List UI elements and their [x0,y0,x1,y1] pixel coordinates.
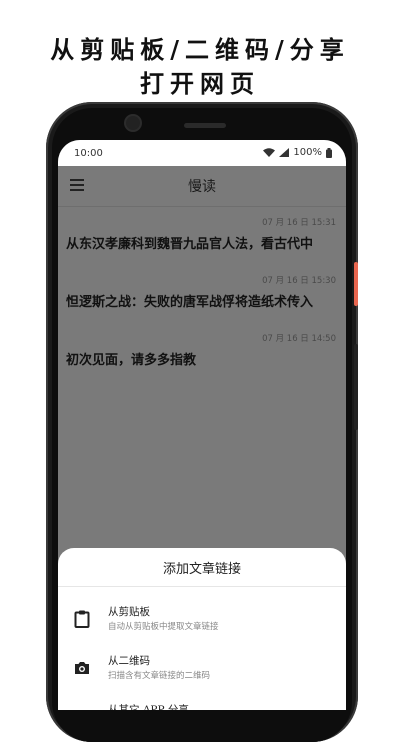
app-bar: 慢读 [58,166,346,207]
article-time: 07 月 16 日 15:31 [262,218,336,228]
wifi-icon [263,148,276,157]
clipboard-icon [74,610,90,628]
power-button [354,262,358,306]
article-time: 07 月 16 日 15:30 [262,276,336,286]
option-description: 自动从剪贴板中提取文章链接 [108,622,219,632]
promo-headline-line1: 从剪贴板/二维码/分享 [50,35,350,64]
battery-percent: 100% [293,147,322,158]
from-qrcode-option[interactable]: 从二维码 扫描含有文章链接的二维码 [58,649,346,695]
front-camera [126,116,140,130]
signal-icon [279,148,290,157]
earpiece-speaker [184,123,226,128]
article-time: 07 月 16 日 14:50 [262,334,336,344]
list-item[interactable]: 07 月 16 日 15:30 怛逻斯之战：失败的唐军战俘将造纸术传入 [58,264,346,322]
status-bar: 10:00 100% [58,140,346,166]
phone-screen: 10:00 100% 慢读 07 月 16 日 15:31 从东汉孝廉科到魏晋九… [58,140,346,710]
from-clipboard-option[interactable]: 从剪贴板 自动从剪贴板中提取文章链接 [58,600,346,646]
status-icons: 100% [263,147,332,158]
sheet-title: 添加文章链接 [162,562,241,577]
option-label: 从其它 APP 分享 [108,704,189,710]
article-title: 初次见面，请多多指教 [66,353,197,368]
article-title: 怛逻斯之战：失败的唐军战俘将造纸术传入 [66,295,314,310]
sheet-divider [58,586,346,587]
promo-headline-line2: 打开网页 [140,69,260,98]
option-label: 从二维码 [108,655,150,667]
from-app-share-option[interactable]: 从其它 APP 分享 [58,698,346,710]
add-link-bottom-sheet: 添加文章链接 从剪贴板 自动从剪贴板中提取文章链接 从二维码 扫描含有文章链接的… [58,548,346,710]
article-title: 从东汉孝廉科到魏晋九品官人法，看古代中 [66,237,314,252]
list-item[interactable]: 07 月 16 日 15:31 从东汉孝廉科到魏晋九品官人法，看古代中 [58,206,346,264]
article-list: 07 月 16 日 15:31 从东汉孝廉科到魏晋九品官人法，看古代中 07 月… [58,206,346,380]
battery-icon [326,147,332,158]
list-item[interactable]: 07 月 16 日 14:50 初次见面，请多多指教 [58,322,346,380]
option-label: 从剪贴板 [108,606,150,618]
volume-button [354,344,358,430]
option-description: 扫描含有文章链接的二维码 [108,671,211,681]
status-time: 10:00 [74,148,103,159]
camera-icon [75,662,89,674]
app-title: 慢读 [188,179,216,195]
